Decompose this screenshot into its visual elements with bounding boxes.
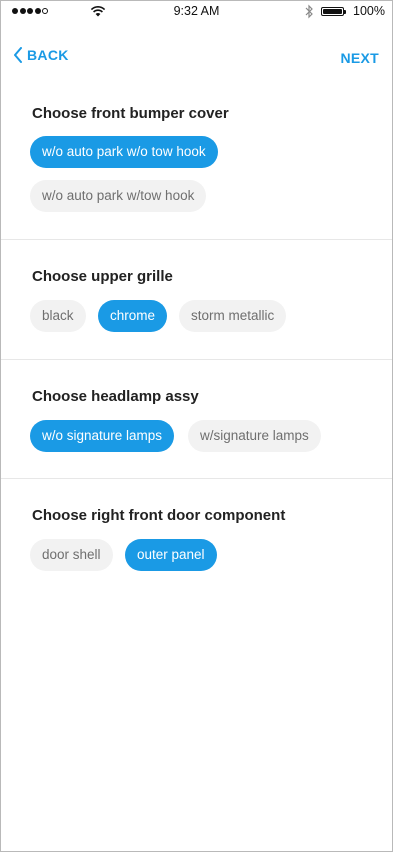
option-chip[interactable]: door shell: [30, 539, 113, 571]
section-upper-grille: Choose upper grille black chrome storm m…: [1, 240, 392, 360]
section-right-front-door: Choose right front door component door s…: [1, 479, 392, 599]
next-button[interactable]: NEXT: [340, 47, 379, 69]
status-bar: 9:32 AM 100%: [1, 1, 392, 23]
option-chip[interactable]: w/o auto park w/tow hook: [30, 180, 207, 212]
chevron-left-icon: [14, 47, 22, 63]
section-front-bumper-cover: Choose front bumper cover w/o auto park …: [1, 91, 392, 240]
nav-bar: BACK NEXT: [1, 47, 392, 69]
section-title: Choose right front door component: [32, 507, 286, 524]
option-chip[interactable]: black: [30, 300, 86, 332]
option-chip[interactable]: storm metallic: [179, 300, 287, 332]
back-button[interactable]: BACK: [13, 47, 69, 63]
section-title: Choose headlamp assy: [32, 388, 199, 405]
section-headlamp-assy: Choose headlamp assy w/o signature lamps…: [1, 360, 392, 479]
bluetooth-icon: [305, 4, 313, 19]
section-title: Choose front bumper cover: [32, 105, 229, 122]
option-chip[interactable]: outer panel: [125, 539, 217, 571]
option-chip[interactable]: w/o auto park w/o tow hook: [30, 136, 218, 168]
battery-icon: [321, 7, 346, 16]
back-label: BACK: [27, 47, 69, 63]
phone-screen: 9:32 AM 100% BACK NEXT Choose front bump…: [0, 0, 393, 852]
option-chip[interactable]: chrome: [98, 300, 168, 332]
battery-percent: 100%: [353, 4, 385, 18]
section-title: Choose upper grille: [32, 268, 173, 285]
option-chip[interactable]: w/signature lamps: [188, 420, 321, 452]
option-chip[interactable]: w/o signature lamps: [30, 420, 175, 452]
